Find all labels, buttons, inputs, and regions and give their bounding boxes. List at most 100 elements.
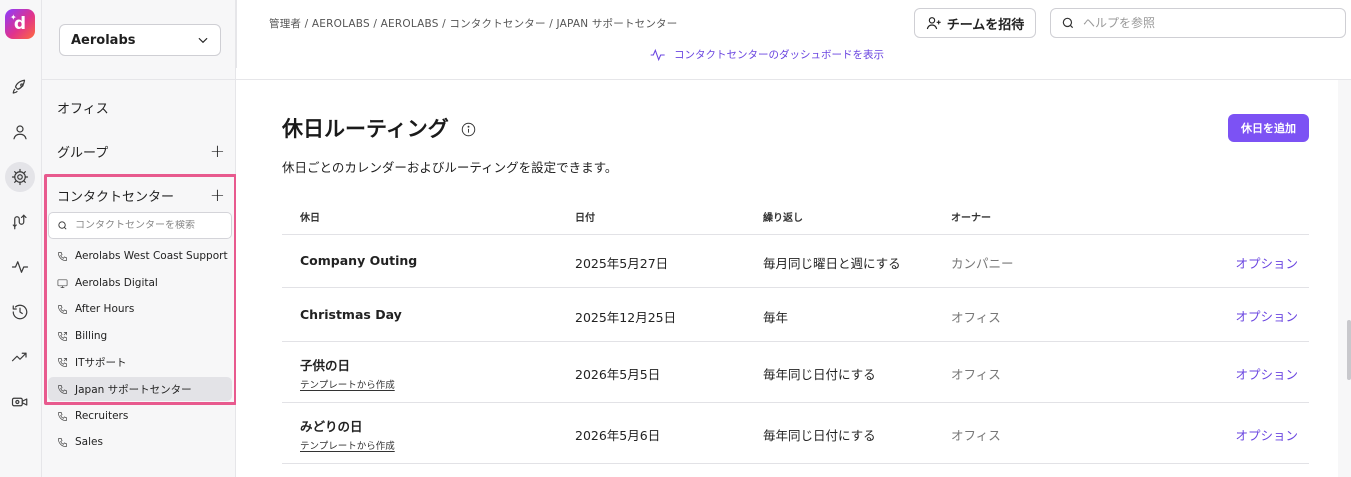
icon-rail: ✦ d [0, 0, 42, 477]
phone-icon [58, 304, 67, 314]
activity-icon [650, 48, 665, 61]
activity-icon[interactable] [5, 252, 35, 282]
table-header: 休日 日付 繰り返し オーナー [282, 199, 1309, 235]
contact-center-item[interactable]: Aerolabs West Coast Support [48, 244, 232, 268]
sparkle-icon: ✦ [10, 13, 17, 22]
help-search[interactable] [1050, 8, 1346, 38]
divider [42, 79, 236, 80]
holiday-table: 休日 日付 繰り返し オーナー Company Outing 2025年5月27… [282, 199, 1309, 464]
holiday-owner: オフィス [951, 367, 1001, 382]
contact-center-label: Aerolabs West Coast Support [75, 250, 228, 262]
monitor-icon [57, 278, 68, 288]
top-header: 管理者 / AEROLABS / AEROLABS / コンタクトセンター / … [236, 0, 1351, 80]
holiday-repeat: 毎年同じ日付にする [763, 367, 876, 382]
contact-center-item[interactable]: Recruiters [48, 404, 232, 428]
holiday-date: 2025年5月27日 [575, 256, 669, 271]
table-row: 子供の日 テンプレートから作成 2026年5月5日 毎年同じ日付にする オフィス… [282, 342, 1309, 403]
rocket-icon[interactable] [5, 72, 35, 102]
holiday-owner: カンパニー [951, 256, 1014, 271]
page-subtitle: 休日ごとのカレンダーおよびルーティングを設定できます。 [282, 160, 618, 175]
search-icon [1062, 17, 1074, 29]
content-card: 休日ルーティング 休日ごとのカレンダーおよびルーティングを設定できます。 休日を… [236, 80, 1338, 477]
help-search-input[interactable] [1083, 16, 1333, 30]
gear-icon[interactable] [5, 162, 35, 192]
add-contact-center-icon[interactable]: + [210, 186, 225, 205]
page-title-text: 休日ルーティング [282, 117, 449, 141]
contact-center-label: Recruiters [75, 410, 129, 422]
dashboard-link[interactable]: コンタクトセンターのダッシュボードを表示 [650, 47, 884, 62]
phone-icon [58, 437, 67, 447]
contact-center-item[interactable]: Billing [48, 324, 232, 348]
invite-team-label: チームを招待 [946, 17, 1025, 33]
holiday-owner: オフィス [951, 310, 1001, 325]
column-header-owner: オーナー [951, 213, 991, 224]
contact-center-item[interactable]: Aerolabs Digital [48, 271, 232, 295]
invite-team-button[interactable]: チームを招待 [914, 8, 1036, 38]
phone-transfer-icon [58, 331, 67, 341]
sidebar-item-contact-centers[interactable]: コンタクトセンター + [57, 186, 225, 205]
page-scrollbar[interactable] [1347, 320, 1351, 380]
contact-center-search-input[interactable] [75, 220, 225, 231]
contact-center-label: After Hours [75, 303, 135, 315]
table-row: Company Outing 2025年5月27日 毎月同じ曜日と週にする カン… [282, 235, 1309, 288]
contact-center-item[interactable]: After Hours [48, 297, 232, 321]
holiday-owner: オフィス [951, 428, 1001, 443]
dashboard-link-label: コンタクトセンターのダッシュボードを表示 [674, 49, 884, 61]
org-select[interactable]: Aerolabs [59, 24, 221, 56]
column-header-holiday: 休日 [300, 213, 320, 224]
chevron-down-icon [198, 37, 208, 44]
contact-center-item[interactable]: ITサポート [48, 350, 232, 374]
options-link[interactable]: オプション [1235, 425, 1298, 444]
holiday-name: Christmas Day [300, 307, 402, 322]
column-header-repeat: 繰り返し [763, 213, 803, 224]
holiday-name: Company Outing [300, 253, 418, 268]
routing-icon[interactable] [5, 207, 35, 237]
contact-center-label: Sales [75, 436, 103, 448]
phone-icon [58, 251, 67, 261]
holiday-repeat: 毎年同じ日付にする [763, 428, 876, 443]
holiday-date: 2026年5月6日 [575, 428, 661, 443]
contact-center-item-selected[interactable]: Japan サポートセンター [48, 377, 232, 401]
phone-icon [58, 411, 67, 421]
options-link[interactable]: オプション [1235, 306, 1298, 325]
trending-icon[interactable] [5, 342, 35, 372]
holiday-repeat: 毎年 [763, 310, 789, 325]
contact-center-label: Billing [75, 330, 108, 342]
video-icon[interactable] [5, 387, 35, 417]
holiday-date: 2026年5月5日 [575, 367, 661, 382]
holiday-repeat: 毎月同じ曜日と週にする [763, 256, 901, 271]
groups-label: グループ [57, 146, 109, 161]
search-icon [58, 221, 67, 230]
phone-transfer-icon [58, 357, 67, 367]
add-group-icon[interactable]: + [210, 142, 225, 161]
add-holiday-button[interactable]: 休日を追加 [1228, 114, 1309, 142]
phone-icon [58, 384, 67, 394]
table-row: Christmas Day 2025年12月25日 毎年 オフィス オプション [282, 288, 1309, 342]
app-logo[interactable]: ✦ d [5, 9, 35, 39]
history-icon[interactable] [5, 297, 35, 327]
info-icon[interactable] [461, 122, 476, 137]
page-title: 休日ルーティング [282, 113, 476, 143]
template-link[interactable]: テンプレートから作成 [300, 438, 395, 452]
user-icon[interactable] [5, 117, 35, 147]
holiday-name: 子供の日 [300, 358, 351, 373]
breadcrumb[interactable]: 管理者 / AEROLABS / AEROLABS / コンタクトセンター / … [269, 16, 677, 31]
options-link[interactable]: オプション [1235, 253, 1298, 272]
template-link[interactable]: テンプレートから作成 [300, 377, 395, 391]
sidebar-item-offices[interactable]: オフィス [57, 98, 225, 117]
holiday-name: みどりの日 [300, 419, 363, 434]
table-row: みどりの日 テンプレートから作成 2026年5月6日 毎年同じ日付にする オフィ… [282, 403, 1309, 464]
add-user-icon [926, 17, 941, 30]
divider [236, 0, 237, 68]
offices-label: オフィス [57, 102, 109, 117]
column-header-date: 日付 [575, 213, 595, 224]
contact-center-label: Aerolabs Digital [75, 277, 158, 289]
main-content: 休日ルーティング 休日ごとのカレンダーおよびルーティングを設定できます。 休日を… [236, 80, 1351, 477]
sidebar-item-groups[interactable]: グループ + [57, 142, 225, 161]
options-link[interactable]: オプション [1235, 364, 1298, 383]
contact-center-label: Japan サポートセンター [75, 383, 192, 396]
contact-center-search[interactable] [48, 212, 232, 239]
contact-center-item[interactable]: Sales [48, 430, 232, 454]
contact-center-label: ITサポート [75, 356, 127, 369]
org-select-value: Aerolabs [71, 32, 136, 48]
